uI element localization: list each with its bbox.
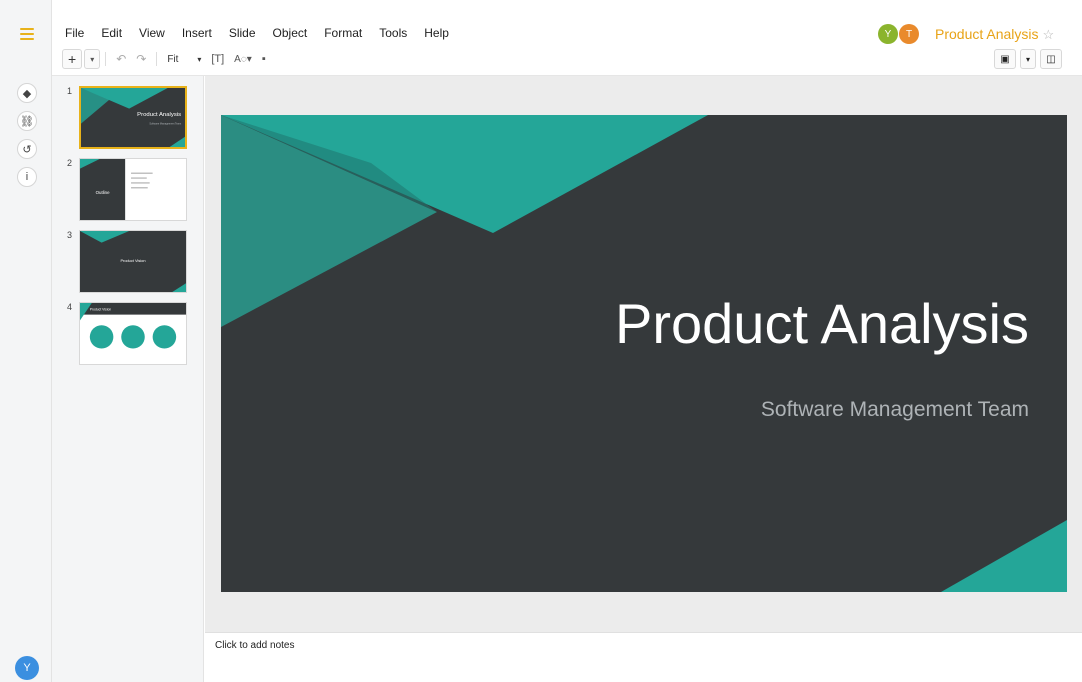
document-title-area: Product Analysis ☆ [935,26,1054,43]
menu-object[interactable]: Object [273,26,308,40]
speaker-notes[interactable]: Click to add notes [205,632,1082,682]
document-title[interactable]: Product Analysis [935,26,1039,42]
slide-thumbnail-art: Product Vision [80,231,186,292]
collaborator-avatar[interactable]: T [899,24,919,44]
add-slide-button[interactable]: + [62,49,83,69]
thumb-title: Product Vision [120,258,145,263]
present-icon[interactable]: ▣ [994,49,1016,69]
chevron-down-icon: ▾ [197,54,202,64]
menu-format[interactable]: Format [324,26,362,40]
slide-thumbnail-2[interactable]: Outline [79,158,187,221]
info-icon[interactable]: i [17,167,37,187]
slide-title[interactable]: Product Analysis [615,291,1029,356]
menu-file[interactable]: File [65,26,84,40]
menu-help[interactable]: Help [424,26,449,40]
tag-icon[interactable]: ◆ [17,83,37,103]
collaborators: Y T [878,24,920,44]
present-dropdown-icon[interactable]: ▾ [1020,49,1037,69]
user-avatar[interactable]: Y [15,656,39,680]
menu-view[interactable]: View [139,26,165,40]
thumb-title: Product Vision [90,308,112,312]
slide-number: 3 [67,230,73,240]
current-slide[interactable]: Product Analysis Software Management Tea… [221,115,1067,592]
history-icon[interactable]: ↺ [17,139,37,159]
thumb-subtitle: Software Management Team [149,123,181,126]
text-box-icon[interactable]: [T] [206,49,229,69]
comment-icon[interactable]: ▪ [257,49,271,69]
left-rail: ◆ ⛓ ↺ i Y [0,0,52,682]
toolbar: + ▾ ↶ ↷ Fit ▾ [T] A◌▾ ▪ [62,49,271,69]
toolbar-divider [105,52,107,66]
slide-subtitle[interactable]: Software Management Team [761,398,1029,422]
top-bar: File Edit View Insert Slide Object Forma… [52,14,1082,76]
slide-number: 1 [67,86,73,96]
menu-bar: File Edit View Insert Slide Object Forma… [65,26,466,40]
zoom-label: Fit [167,53,179,65]
slide-thumbnail-art: Product Vision [80,303,186,364]
menu-icon[interactable] [20,28,34,40]
thumb-title: Product Analysis [137,112,181,118]
collaborator-avatar[interactable]: Y [878,24,898,44]
zoom-select[interactable]: Fit ▾ [162,49,206,69]
slide-thumbnail-art: Product Analysis Software Management Tea… [81,88,185,147]
menu-tools[interactable]: Tools [379,26,407,40]
menu-slide[interactable]: Slide [229,26,256,40]
notes-placeholder[interactable]: Click to add notes [215,640,295,651]
redo-icon[interactable]: ↷ [131,49,151,69]
slide-thumbnail-art: Outline [80,159,186,220]
slide-number: 2 [67,158,73,168]
slide-thumbnail-3[interactable]: Product Vision [79,230,187,293]
star-icon[interactable]: ☆ [1043,27,1055,42]
link-icon[interactable]: ⛓ [17,111,37,131]
shape-icon[interactable]: A◌▾ [229,49,257,69]
menu-insert[interactable]: Insert [182,26,212,40]
view-tools: ▣ ▾ ◫ [994,49,1063,69]
toolbar-divider [156,52,158,66]
thumb-title: Outline [96,190,111,195]
side-panel-icon[interactable]: ◫ [1040,49,1063,69]
add-slide-dropdown-icon[interactable]: ▾ [84,49,101,69]
slide-thumbnail-1[interactable]: Product Analysis Software Management Tea… [79,86,187,149]
slide-canvas: Product Analysis Software Management Tea… [205,76,1082,632]
undo-icon[interactable]: ↶ [111,49,131,69]
slide-filmstrip: 1 Product Analysis Software Management T… [52,76,204,682]
slide-number: 4 [67,302,73,312]
slide-thumbnail-4[interactable]: Product Vision [79,302,187,365]
menu-edit[interactable]: Edit [101,26,122,40]
